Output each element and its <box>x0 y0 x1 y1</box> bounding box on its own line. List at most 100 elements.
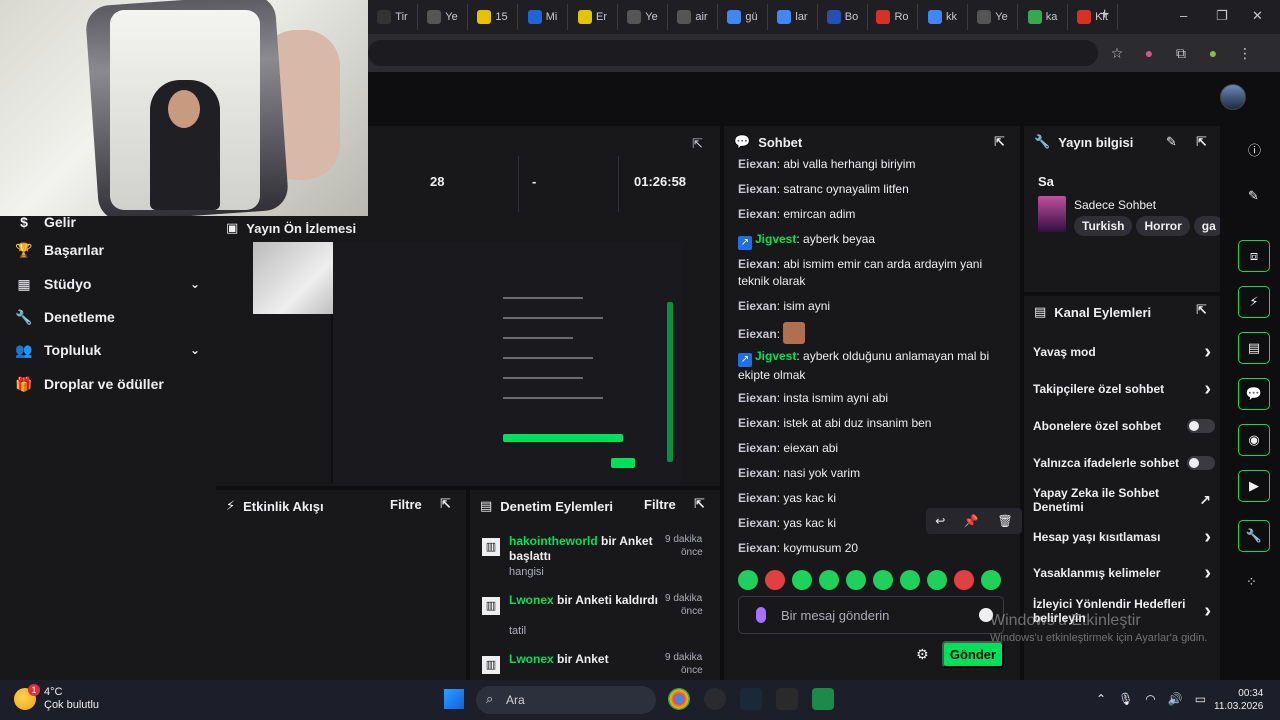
channel-action-row[interactable]: Takipçilere özel sohbet › <box>1033 378 1215 400</box>
chat-input[interactable]: Bir mesaj gönderin <box>738 596 1004 634</box>
dock-chat-icon[interactable]: 💬 <box>1238 378 1270 410</box>
browser-tab[interactable]: Er <box>568 4 618 30</box>
chat-message[interactable]: Eiexan: yas kac ki <box>738 490 1008 507</box>
chat-message[interactable]: Eiexan: satranc oynayalim litfen <box>738 181 1008 198</box>
chat-message[interactable]: Eiexan: insta ismim ayni abi <box>738 390 1008 407</box>
dock-apps-icon[interactable]: ⁘ <box>1246 574 1257 590</box>
close-window-button[interactable]: ✕ <box>1252 8 1263 24</box>
maximize-button[interactable]: ❐ <box>1216 8 1228 24</box>
browser-tab[interactable]: lar <box>768 4 818 30</box>
chat-username[interactable]: Eiexan <box>738 157 777 171</box>
moderation-user[interactable]: Lwonex <box>509 652 554 666</box>
channel-action-row[interactable]: Hesap yaşı kısıtlaması › <box>1033 526 1215 548</box>
chat-message[interactable]: Eiexan: koymusum 20 <box>738 540 1008 557</box>
stream-tag[interactable]: Turkish <box>1074 216 1133 236</box>
taskbar-search[interactable]: ⌕ Ara <box>476 686 656 714</box>
excel-taskbar-icon[interactable] <box>812 688 834 710</box>
mic-tray-icon[interactable]: 🎙 <box>1118 692 1133 706</box>
activity-filter-button[interactable]: Filtre <box>390 497 422 512</box>
popout-icon[interactable]: ⇱ <box>440 496 451 512</box>
dock-video-icon[interactable]: ▶ <box>1238 470 1270 502</box>
chevron-right-icon[interactable]: › <box>1204 562 1211 585</box>
emote-icon[interactable] <box>819 570 839 590</box>
omnibox[interactable] <box>368 40 1098 66</box>
chat-username[interactable]: Eiexan <box>738 491 777 505</box>
emote-icon[interactable] <box>900 570 920 590</box>
external-link-icon[interactable]: ↗ <box>1199 492 1211 509</box>
chevron-right-icon[interactable]: › <box>1204 341 1211 364</box>
browser-tab[interactable]: Ro <box>868 4 918 30</box>
app-taskbar-icon[interactable] <box>704 688 726 710</box>
send-button[interactable]: Gönder <box>942 641 1004 668</box>
pin-icon[interactable]: 📌 <box>964 514 979 528</box>
chat-message[interactable]: Eiexan: eiexan abi <box>738 440 1008 457</box>
stream-tag[interactable]: ga <box>1193 216 1220 236</box>
browser-tab[interactable]: Tir <box>368 4 418 30</box>
chat-message[interactable]: Eiexan: nasi yok varim <box>738 465 1008 482</box>
browser-menu-icon[interactable]: ⋮ <box>1236 44 1254 62</box>
channel-action-row[interactable]: Abonelere özel sohbet <box>1033 418 1215 434</box>
chat-username[interactable]: Eiexan <box>738 391 777 405</box>
channel-action-row[interactable]: Yavaş mod › <box>1033 341 1215 363</box>
emote-icon[interactable] <box>792 570 812 590</box>
chat-username[interactable]: Eiexan <box>738 541 777 555</box>
chat-username[interactable]: Eiexan <box>738 466 777 480</box>
dock-notes-icon[interactable]: ▤ <box>1238 332 1270 364</box>
browser-tab[interactable]: Mi <box>518 4 568 30</box>
browser-tab[interactable]: Kit <box>1068 4 1118 30</box>
browser-tab[interactable]: ka <box>1018 4 1068 30</box>
emote-icon[interactable] <box>927 570 947 590</box>
chat-username[interactable]: Eiexan <box>738 441 777 455</box>
chat-message[interactable]: Eiexan: isim ayni <box>738 298 1008 315</box>
emote-icon[interactable] <box>981 570 1001 590</box>
browser-tab[interactable]: gü <box>718 4 768 30</box>
moderation-user[interactable]: hakointheworld <box>509 534 598 548</box>
chat-username[interactable]: Eiexan <box>738 182 777 196</box>
chat-username[interactable]: Eiexan <box>738 207 777 221</box>
edit-pencil-icon[interactable]: ✎ <box>1248 188 1259 204</box>
moderation-filter-button[interactable]: Filtre <box>644 497 676 512</box>
chat-username[interactable]: Jigvest <box>755 232 796 246</box>
chat-username[interactable]: Jigvest <box>755 349 796 363</box>
reply-icon[interactable]: ↩ <box>935 514 945 528</box>
nav-item-5[interactable]: 🎁 Droplar ve ödüller <box>15 372 200 396</box>
chat-username[interactable]: Eiexan <box>738 299 777 313</box>
browser-tab[interactable]: 15 <box>468 4 518 30</box>
popout-icon[interactable]: ⇱ <box>1196 302 1207 318</box>
chat-settings-gear-icon[interactable]: ⚙ <box>916 646 929 663</box>
chat-username[interactable]: Eiexan <box>738 416 777 430</box>
info-icon[interactable]: ⓘ <box>1248 140 1261 159</box>
chevron-down-icon[interactable]: ⌄ <box>190 277 200 291</box>
epic-games-taskbar-icon[interactable] <box>776 688 798 710</box>
chat-message[interactable]: ↗ Jigvest: ayberk olduğunu anlamayan mal … <box>738 348 1008 384</box>
moderation-user[interactable]: Lwonex <box>509 593 554 607</box>
category-box-art[interactable] <box>1038 196 1066 232</box>
stream-category[interactable]: Sadece Sohbet <box>1074 198 1156 212</box>
browser-tab[interactable]: Ye <box>418 4 468 30</box>
volume-icon[interactable]: 🔊 <box>1168 692 1183 706</box>
battery-icon[interactable]: ▭ <box>1195 692 1206 706</box>
emote-icon[interactable] <box>954 570 974 590</box>
emote-icon[interactable] <box>873 570 893 590</box>
start-windows-icon[interactable] <box>444 689 464 709</box>
user-avatar[interactable] <box>1220 84 1246 110</box>
stream-preview-video[interactable] <box>253 242 681 483</box>
profile-color-icon[interactable]: ● <box>1140 44 1158 62</box>
mic-icon[interactable] <box>756 607 766 623</box>
dock-lightning-icon[interactable]: ⚡ <box>1238 286 1270 318</box>
channel-action-row[interactable]: Yalnızca ifadelerle sohbet <box>1033 455 1215 471</box>
dock-wrench-icon[interactable]: 🔧 <box>1238 520 1270 552</box>
tray-chevron-icon[interactable]: ⌃ <box>1096 692 1106 706</box>
chevron-right-icon[interactable]: › <box>1204 378 1211 401</box>
chat-message[interactable]: Eiexan: emircan adim <box>738 206 1008 223</box>
browser-tab[interactable]: Ye <box>968 4 1018 30</box>
chrome-taskbar-icon[interactable] <box>668 688 690 710</box>
chat-message[interactable]: ↗ Jigvest: ayberk beyaa <box>738 231 1008 250</box>
chat-username[interactable]: Eiexan <box>738 257 777 271</box>
weather-widget[interactable]: 4°C Çok bulutlu <box>14 686 99 712</box>
toggle-switch[interactable] <box>1187 456 1215 470</box>
steam-taskbar-icon[interactable] <box>740 688 762 710</box>
browser-tab[interactable]: kk <box>918 4 968 30</box>
chat-username[interactable]: Eiexan <box>738 327 777 341</box>
channel-action-row[interactable]: Yasaklanmış kelimeler › <box>1033 562 1215 584</box>
